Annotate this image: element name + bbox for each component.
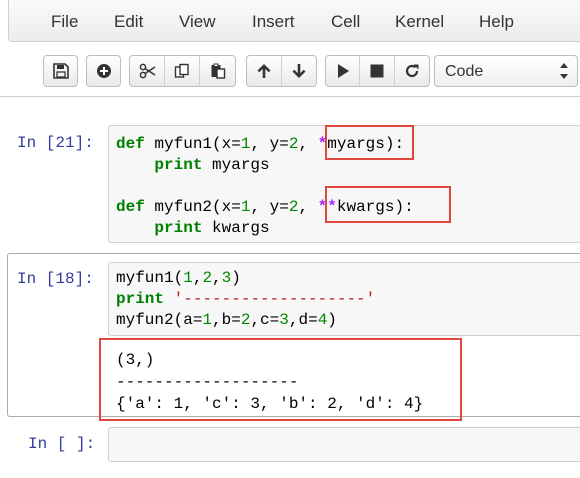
play-icon: [337, 64, 349, 78]
copy-icon: [174, 63, 189, 78]
code-token: myfun1(: [116, 269, 184, 287]
stop-icon: [370, 64, 384, 78]
code-token: print: [154, 219, 203, 237]
code-token: 2: [288, 198, 299, 216]
plus-circle-icon: [96, 64, 111, 78]
save-button[interactable]: [44, 56, 77, 86]
code-token: 1: [240, 198, 251, 216]
code-token: myfun2(x=: [144, 198, 241, 216]
highlight-box: [325, 186, 451, 223]
code-token: def: [116, 135, 145, 153]
copy-button[interactable]: [165, 56, 200, 86]
cell-type-select[interactable]: Code: [434, 55, 578, 87]
interrupt-button[interactable]: [360, 56, 395, 86]
notebook-header: File Edit View Insert Cell Kernel Help C…: [0, 0, 580, 97]
toolbar-group-move: [246, 55, 317, 87]
restart-button[interactable]: [395, 56, 429, 86]
scissors-icon: [139, 63, 155, 79]
menubar: File Edit View Insert Cell Kernel Help: [8, 0, 580, 42]
save-icon: [52, 63, 69, 79]
code-token: , y=: [250, 198, 289, 216]
highlight-box: [325, 125, 414, 160]
restart-icon: [405, 64, 419, 78]
code-token: ,: [298, 135, 318, 153]
cell-prompt: In [18]:: [17, 270, 94, 288]
cell-prompt: In [ ]:: [28, 435, 96, 453]
code-token: myfun2(a=: [116, 311, 203, 329]
code-token: , y=: [250, 135, 289, 153]
code-token: 2: [202, 269, 213, 287]
arrow-up-icon: [257, 64, 271, 78]
code-token: '-------------------': [173, 290, 376, 308]
cut-button[interactable]: [130, 56, 165, 86]
menu-edit[interactable]: Edit: [114, 12, 143, 32]
code-token: 3: [221, 269, 232, 287]
toolbar-group-insert: [86, 55, 121, 87]
code-token: print: [154, 156, 203, 174]
move-down-button[interactable]: [282, 56, 317, 86]
menu-cell[interactable]: Cell: [331, 12, 360, 32]
paste-icon: [211, 63, 225, 79]
move-up-button[interactable]: [247, 56, 282, 86]
code-token: 2: [240, 311, 251, 329]
code-token: myargs: [202, 156, 270, 174]
code-token: kwargs: [202, 219, 270, 237]
toolbar-group-run: [325, 55, 430, 87]
menu-help[interactable]: Help: [479, 12, 514, 32]
code-token: 1: [240, 135, 251, 153]
menu-insert[interactable]: Insert: [252, 12, 295, 32]
code-token: ,: [212, 269, 222, 287]
run-button[interactable]: [326, 56, 361, 86]
code-token: def: [116, 198, 145, 216]
arrow-down-icon: [292, 64, 306, 78]
code-token: 2: [288, 135, 299, 153]
code-token: ): [327, 311, 337, 329]
code-token: ,c=: [250, 311, 280, 329]
code-token: 1: [183, 269, 193, 287]
code-token: ,d=: [288, 311, 318, 329]
code-token: ,b=: [212, 311, 241, 329]
cell-prompt: In [21]:: [17, 134, 94, 152]
insert-cell-button[interactable]: [87, 56, 120, 86]
toolbar-group-edit: [129, 55, 236, 87]
code-token: 3: [279, 311, 289, 329]
code-token: print: [116, 290, 165, 308]
code-token: myfun1(x=: [144, 135, 241, 153]
menu-kernel[interactable]: Kernel: [395, 12, 444, 32]
code-cell-input[interactable]: myfun1(1,2,3) print '-------------------…: [108, 262, 580, 336]
cell-type-value: Code: [445, 63, 484, 80]
code-token: 1: [202, 311, 213, 329]
code-token: 4: [317, 311, 328, 329]
code-token: ,: [298, 198, 318, 216]
code-cell-input[interactable]: [108, 427, 580, 462]
paste-button[interactable]: [200, 56, 235, 86]
select-arrows-icon: [560, 63, 568, 79]
code-token: ,: [192, 269, 203, 287]
toolbar-group-save: [43, 55, 78, 87]
menu-file[interactable]: File: [51, 12, 78, 32]
menu-view[interactable]: View: [179, 12, 216, 32]
highlight-box: [99, 338, 462, 421]
code-block: myfun1(1,2,3) print '-------------------…: [116, 268, 375, 331]
code-token: ): [231, 269, 241, 287]
